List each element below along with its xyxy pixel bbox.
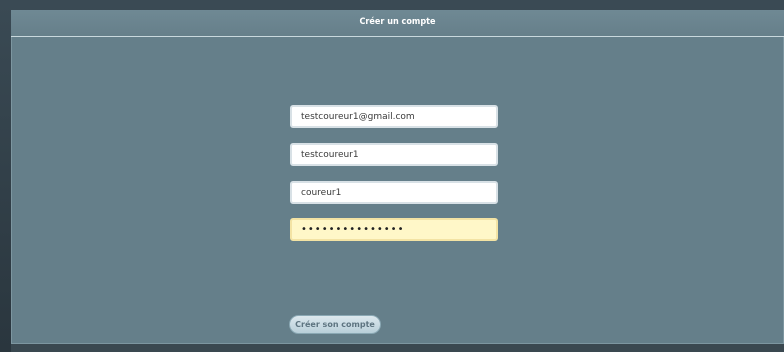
- email-field[interactable]: [290, 105, 498, 128]
- page-title: Créer un compte: [359, 17, 436, 27]
- name-field[interactable]: [290, 181, 498, 204]
- panel-header: Créer un compte: [11, 10, 784, 37]
- username-field[interactable]: [290, 143, 498, 166]
- create-account-panel: Créer un compte Créer son compte: [11, 10, 784, 344]
- bottom-bar: [11, 344, 784, 352]
- create-account-button[interactable]: Créer son compte: [289, 315, 381, 334]
- password-field[interactable]: [290, 218, 498, 241]
